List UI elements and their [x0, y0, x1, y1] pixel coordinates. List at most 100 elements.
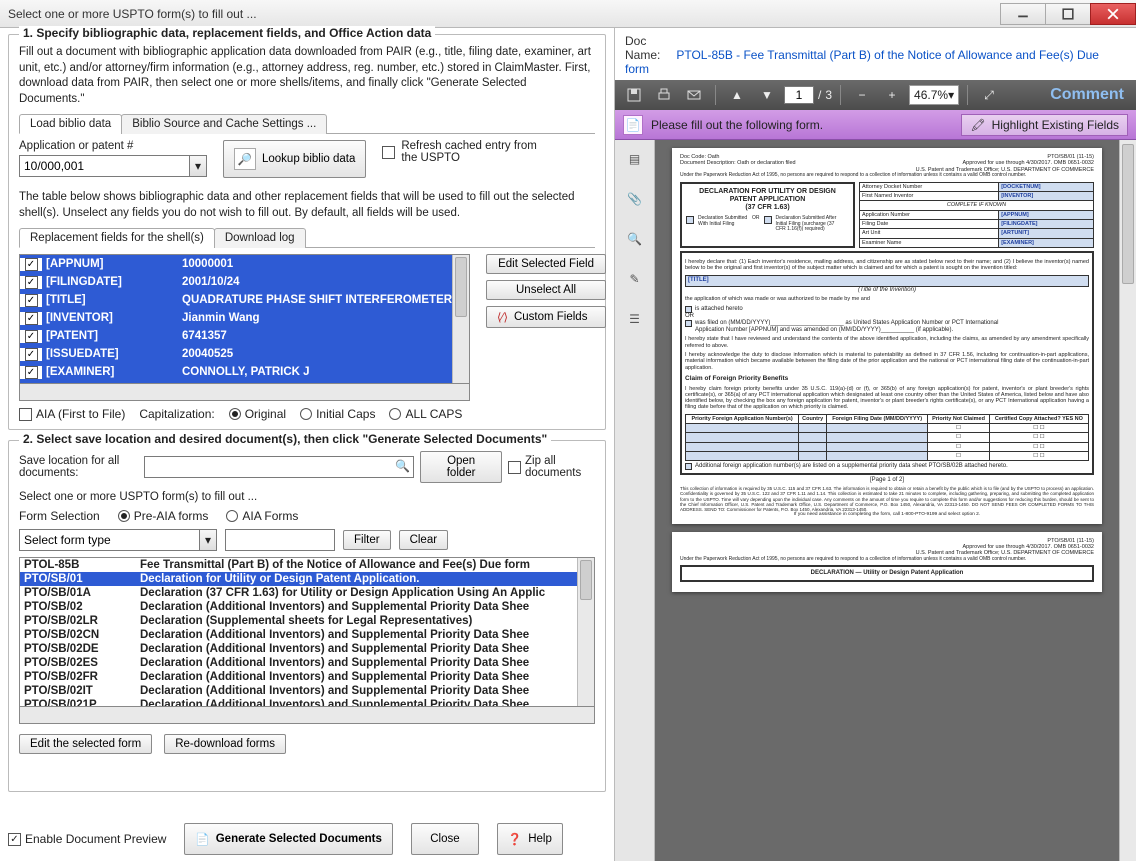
filter-button[interactable]: Filter: [343, 530, 391, 550]
maximize-button[interactable]: [1045, 3, 1091, 25]
zoom-out-icon[interactable]: −: [849, 84, 875, 106]
close-window-button[interactable]: [1090, 3, 1136, 25]
field-checkbox[interactable]: ✓: [25, 366, 38, 379]
section-documents: 2. Select save location and desired docu…: [8, 440, 606, 792]
form-row[interactable]: PTO/SB/02DEDeclaration (Additional Inven…: [20, 642, 577, 656]
replacement-fields-list[interactable]: ✓[APPNUM]10000001✓[FILINGDATE]2001/10/24…: [19, 254, 470, 384]
enable-preview-checkbox[interactable]: ✓: [8, 833, 21, 846]
doc-name-value: PTOL-85B - Fee Transmittal (Part B) of t…: [625, 48, 1099, 76]
lookup-biblio-button[interactable]: 🔎 Lookup biblio data: [223, 140, 366, 178]
biblio-row[interactable]: ✓[PATENT]6741357: [20, 327, 452, 345]
appnum-dropdown[interactable]: ▾: [189, 155, 207, 177]
page-down-icon[interactable]: ▼: [754, 84, 780, 106]
custom-fields-button[interactable]: ⟨⁄⟩ Custom Fields: [486, 306, 606, 328]
refresh-cache-checkbox[interactable]: [382, 146, 395, 159]
form-row[interactable]: PTO/SB/02Declaration (Additional Invento…: [20, 600, 577, 614]
formlist-hscroll[interactable]: [19, 707, 595, 724]
form-type-input[interactable]: [19, 529, 199, 551]
pre-aia-radio[interactable]: [118, 510, 130, 522]
highlight-fields-button[interactable]: 🖍 Highlight Existing Fields: [961, 114, 1128, 136]
field-checkbox[interactable]: ✓: [25, 348, 38, 361]
filter-input[interactable]: [225, 529, 335, 551]
form-row[interactable]: PTO/SB/02ITDeclaration (Additional Inven…: [20, 684, 577, 698]
biblio-row[interactable]: ✓[TITLE]QUADRATURE PHASE SHIFT INTERFERO…: [20, 291, 452, 309]
edit-selected-form-button[interactable]: Edit the selected form: [19, 734, 152, 754]
sign-icon[interactable]: ✎: [624, 268, 646, 290]
form-banner-text: Please fill out the following form.: [651, 118, 823, 132]
custom-fields-icon: ⟨⁄⟩: [497, 310, 508, 324]
generate-documents-button[interactable]: 📄 Generate Selected Documents: [184, 823, 393, 855]
field-checkbox[interactable]: ✓: [25, 330, 38, 343]
comment-link[interactable]: Comment: [1050, 86, 1130, 104]
pdf-page-2: PTO/SB/01 (11-15) Approved for use throu…: [672, 532, 1102, 592]
biblio-row[interactable]: ✓[APPNUM]10000001: [20, 255, 452, 273]
zip-checkbox[interactable]: [508, 461, 521, 474]
biblio-row[interactable]: ✓[EXAMINER]CONNOLLY, PATRICK J: [20, 363, 452, 381]
edit-field-button[interactable]: Edit Selected Field: [486, 254, 606, 274]
clear-button[interactable]: Clear: [399, 530, 448, 550]
save-location-input[interactable]: [144, 456, 414, 478]
form-row[interactable]: PTO/SB/02ESDeclaration (Additional Inven…: [20, 656, 577, 670]
form-list[interactable]: PTOL-85BFee Transmittal (Part B) of the …: [19, 557, 595, 707]
form-row[interactable]: PTO/SB/02CNDeclaration (Additional Inven…: [20, 628, 577, 642]
field-checkbox[interactable]: ✓: [25, 276, 38, 289]
cap-allcaps-radio[interactable]: [389, 408, 401, 420]
form-row[interactable]: PTO/SB/02LRDeclaration (Supplemental she…: [20, 614, 577, 628]
zoom-in-icon[interactable]: +: [879, 84, 905, 106]
cap-initial-radio[interactable]: [300, 408, 312, 420]
help-button[interactable]: ❓Help: [497, 823, 563, 855]
layers-icon[interactable]: ☰: [624, 308, 646, 330]
appnum-combo[interactable]: ▾: [19, 155, 207, 177]
thumbnails-icon[interactable]: ▤: [624, 148, 646, 170]
field-checkbox[interactable]: ✓: [25, 258, 38, 271]
tab-biblio-source[interactable]: Biblio Source and Cache Settings ...: [121, 114, 327, 134]
form-type-dropdown[interactable]: ▾: [199, 529, 217, 551]
biblio-row[interactable]: ✓[INVENTOR]Jianmin Wang: [20, 309, 452, 327]
form-row[interactable]: PTO/SB/01ADeclaration (37 CFR 1.63) for …: [20, 586, 577, 600]
appnum-label: Application or patent #: [19, 140, 207, 152]
tab-download-log[interactable]: Download log: [214, 228, 306, 248]
scrollbar-vertical[interactable]: [452, 255, 469, 383]
browse-folder-icon[interactable]: 🔍: [395, 459, 410, 473]
section1-legend: 1. Specify bibliographic data, replaceme…: [19, 26, 435, 40]
open-folder-button[interactable]: Open folder: [420, 451, 502, 483]
aia-first-checkbox[interactable]: [19, 408, 32, 421]
formlist-scrollbar[interactable]: [577, 558, 594, 706]
print-icon[interactable]: [651, 84, 677, 106]
search-icon[interactable]: 🔍: [624, 228, 646, 250]
form-row[interactable]: PTO/SB/021PDeclaration (Additional Inven…: [20, 698, 577, 706]
scrollbar-horizontal[interactable]: [19, 384, 470, 401]
unselect-all-button[interactable]: Unselect All: [486, 280, 606, 300]
aia-forms-radio[interactable]: [226, 510, 238, 522]
field-checkbox[interactable]: ✓: [25, 312, 38, 325]
cap-original-radio[interactable]: [229, 408, 241, 420]
biblio-row[interactable]: ✓[FILINGDATE]2001/10/24: [20, 273, 452, 291]
help-icon: ❓: [508, 832, 522, 846]
page-total: 3: [825, 88, 832, 102]
save-icon[interactable]: [621, 84, 647, 106]
save-loc-label: Save location for all documents:: [19, 455, 138, 479]
tab-load-biblio[interactable]: Load biblio data: [19, 114, 122, 134]
fit-icon[interactable]: ⤢: [976, 84, 1002, 106]
mail-icon[interactable]: [681, 84, 707, 106]
zoom-combo[interactable]: 46.7% ▾: [909, 85, 959, 105]
form-banner-icon: 📄: [623, 115, 643, 135]
form-row[interactable]: PTO/SB/02FRDeclaration (Additional Inven…: [20, 670, 577, 684]
window-title: Select one or more USPTO form(s) to fill…: [8, 7, 1001, 21]
form-row[interactable]: PTO/SB/01Declaration for Utility or Desi…: [20, 572, 577, 586]
biblio-row[interactable]: ✓[ISSUEDATE]20040525: [20, 345, 452, 363]
page-current-input[interactable]: [784, 86, 814, 104]
field-checkbox[interactable]: ✓: [25, 294, 38, 307]
form-row[interactable]: PTOL-85BFee Transmittal (Part B) of the …: [20, 558, 577, 572]
select-forms-hint: Select one or more USPTO form(s) to fill…: [19, 491, 595, 503]
page-up-icon[interactable]: ▲: [724, 84, 750, 106]
minimize-button[interactable]: [1000, 3, 1046, 25]
attachments-icon[interactable]: 📎: [624, 188, 646, 210]
close-button[interactable]: Close: [411, 823, 479, 855]
form-type-combo[interactable]: ▾: [19, 529, 217, 551]
appnum-input[interactable]: [19, 155, 189, 177]
section1-desc: Fill out a document with bibliographic a…: [19, 45, 595, 107]
pdf-scrollbar[interactable]: [1119, 140, 1136, 861]
tab-replacement-fields[interactable]: Replacement fields for the shell(s): [19, 228, 215, 248]
redownload-forms-button[interactable]: Re-download forms: [164, 734, 286, 754]
